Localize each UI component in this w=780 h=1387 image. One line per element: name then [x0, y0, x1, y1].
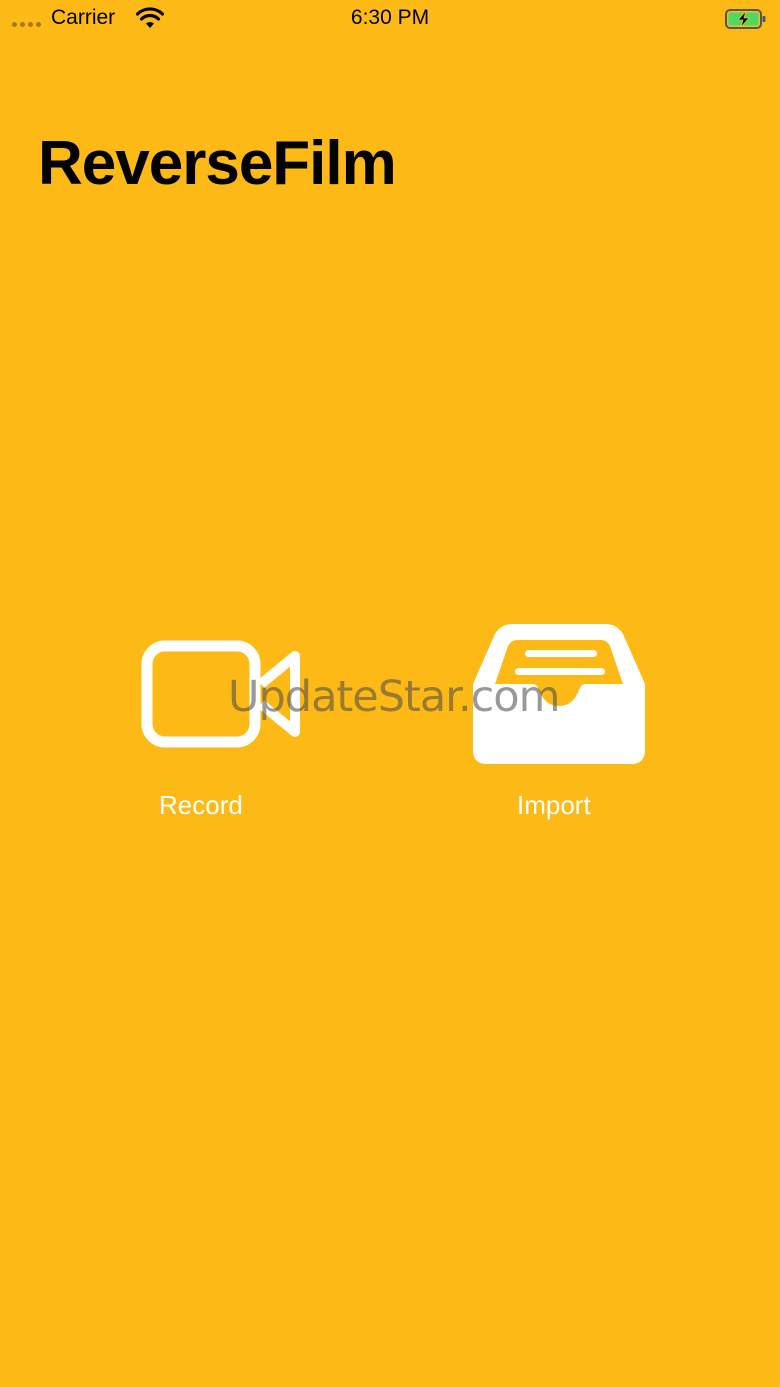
tray-icon: [473, 624, 645, 764]
record-label: Record: [159, 790, 243, 820]
status-time: 6:30 PM: [350, 6, 430, 29]
app-screen: Carrier 6:30 PM ReverseFilm Record Impor: [0, 0, 780, 1387]
video-camera-icon: [141, 640, 300, 748]
app-title: ReverseFilm: [38, 129, 397, 198]
battery-charging-icon: [725, 9, 766, 29]
import-label: Import: [517, 790, 591, 820]
record-button[interactable]: Record: [120, 615, 310, 830]
import-button[interactable]: Import: [462, 615, 657, 830]
status-bar: Carrier 6:30 PM: [0, 0, 780, 40]
